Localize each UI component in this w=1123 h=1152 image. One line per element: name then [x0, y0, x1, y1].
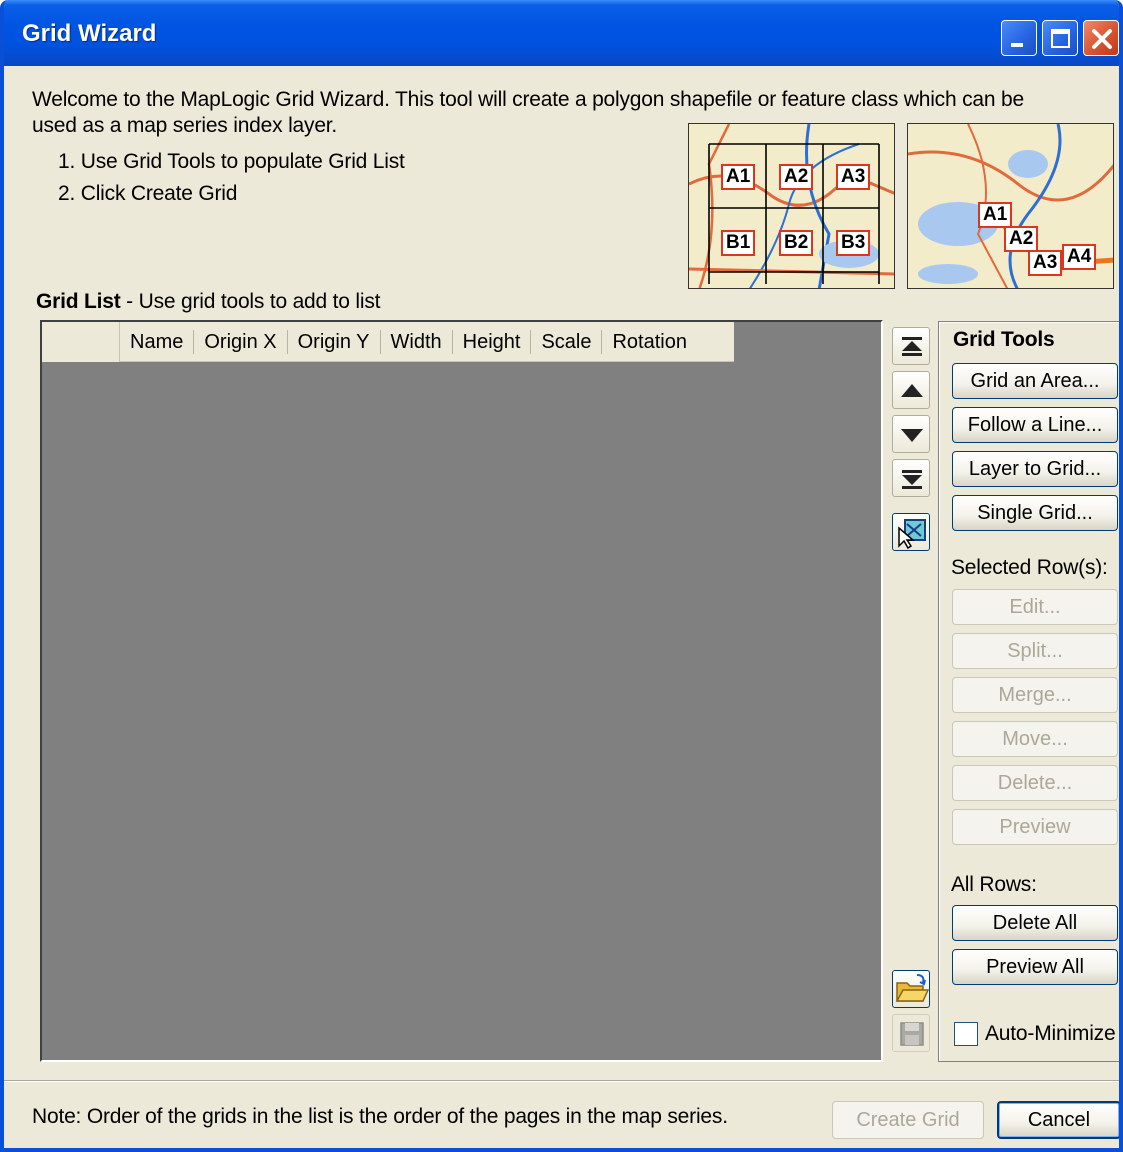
- intro-line-1: Welcome to the MapLogic Grid Wizard. Thi…: [32, 88, 1024, 111]
- title-bar[interactable]: Grid Wizard: [4, 0, 1119, 66]
- move-up-button[interactable]: [892, 371, 930, 409]
- layer-to-grid-button[interactable]: Layer to Grid...: [952, 451, 1118, 487]
- follow-line-preview-image: A1 A2 A3 A4: [907, 123, 1114, 289]
- column-header-name[interactable]: Name: [120, 329, 195, 354]
- line-label-a1: A1: [978, 202, 1013, 228]
- footer-divider: [4, 1080, 1119, 1082]
- close-button[interactable]: [1083, 20, 1119, 56]
- move-down-icon: [901, 429, 923, 442]
- step-2: 2. Click Create Grid: [58, 182, 238, 205]
- grid-label-b3: B3: [836, 230, 871, 256]
- grid-label-a2: A2: [779, 164, 814, 190]
- intro-line-2: used as a map series index layer.: [32, 114, 338, 137]
- grid-area-preview-image: A1 A2 A3 B1 B2 B3: [688, 123, 895, 289]
- grid-list-subtitle: - Use grid tools to add to list: [120, 290, 381, 313]
- step-1: 1. Use Grid Tools to populate Grid List: [58, 150, 405, 173]
- line-label-a2: A2: [1004, 226, 1039, 252]
- grid-an-area-button[interactable]: Grid an Area...: [952, 363, 1118, 399]
- column-header-width[interactable]: Width: [381, 329, 453, 354]
- merge-button[interactable]: Merge...: [952, 677, 1118, 713]
- grid-list-label: Grid List - Use grid tools to add to lis…: [36, 290, 380, 314]
- move-to-bottom-button[interactable]: [892, 459, 930, 497]
- auto-minimize-label: Auto-Minimize: [985, 1022, 1116, 1045]
- create-grid-button[interactable]: Create Grid: [832, 1101, 984, 1139]
- grid-tools-panel: Grid Tools Grid an Area... Follow a Line…: [938, 321, 1119, 1062]
- move-button[interactable]: Move...: [952, 721, 1118, 757]
- line-label-a4: A4: [1062, 244, 1097, 270]
- single-grid-button[interactable]: Single Grid...: [952, 495, 1118, 531]
- follow-a-line-button[interactable]: Follow a Line...: [952, 407, 1118, 443]
- save-icon: [900, 1022, 924, 1046]
- minimize-button[interactable]: [1001, 20, 1037, 56]
- grid-list[interactable]: Name Origin X Origin Y Width Height Scal…: [40, 320, 883, 1062]
- row-header-spacer: [42, 321, 120, 362]
- edit-button[interactable]: Edit...: [952, 589, 1118, 625]
- grid-list-title: Grid List: [36, 290, 121, 313]
- all-rows-label: All Rows:: [951, 873, 1037, 896]
- column-header-rotation[interactable]: Rotation: [602, 330, 697, 354]
- line-label-a3: A3: [1028, 250, 1063, 276]
- delete-all-button[interactable]: Delete All: [952, 905, 1118, 941]
- window-title: Grid Wizard: [22, 20, 157, 47]
- delete-button[interactable]: Delete...: [952, 765, 1118, 801]
- column-header-origin-y[interactable]: Origin Y: [288, 329, 381, 354]
- cancel-button[interactable]: Cancel: [997, 1101, 1119, 1139]
- open-folder-icon: [895, 974, 930, 1002]
- move-to-top-icon: [902, 337, 922, 356]
- column-header-origin-x[interactable]: Origin X: [194, 329, 288, 354]
- selected-rows-label: Selected Row(s):: [951, 556, 1108, 579]
- move-down-button[interactable]: [892, 415, 930, 453]
- grid-label-a3: A3: [836, 164, 871, 190]
- close-icon: [1092, 29, 1112, 49]
- move-to-top-button[interactable]: [892, 327, 930, 365]
- preview-button[interactable]: Preview: [952, 809, 1118, 845]
- preview-all-button[interactable]: Preview All: [952, 949, 1118, 985]
- auto-minimize-checkbox[interactable]: [954, 1022, 978, 1046]
- minimize-icon: [1011, 43, 1023, 47]
- move-to-bottom-icon: [902, 470, 922, 489]
- column-header-scale[interactable]: Scale: [531, 329, 603, 354]
- select-on-map-icon: [898, 519, 926, 550]
- open-folder-button[interactable]: [892, 970, 930, 1008]
- move-up-icon: [901, 384, 923, 397]
- save-button[interactable]: [892, 1014, 930, 1052]
- split-button[interactable]: Split...: [952, 633, 1118, 669]
- footer-note: Note: Order of the grids in the list is …: [32, 1105, 728, 1128]
- grid-label-a1: A1: [721, 164, 756, 190]
- grid-list-header: Name Origin X Origin Y Width Height Scal…: [42, 321, 734, 362]
- grid-wizard-window: Grid Wizard Welcome to the MapLogic Grid…: [0, 0, 1123, 1152]
- maximize-button[interactable]: [1042, 20, 1078, 56]
- grid-label-b1: B1: [721, 230, 756, 256]
- grid-tools-title: Grid Tools: [953, 328, 1055, 351]
- column-header-height[interactable]: Height: [453, 329, 532, 354]
- grid-label-b2: B2: [779, 230, 814, 256]
- maximize-icon: [1051, 29, 1070, 48]
- select-on-map-button[interactable]: [892, 513, 930, 551]
